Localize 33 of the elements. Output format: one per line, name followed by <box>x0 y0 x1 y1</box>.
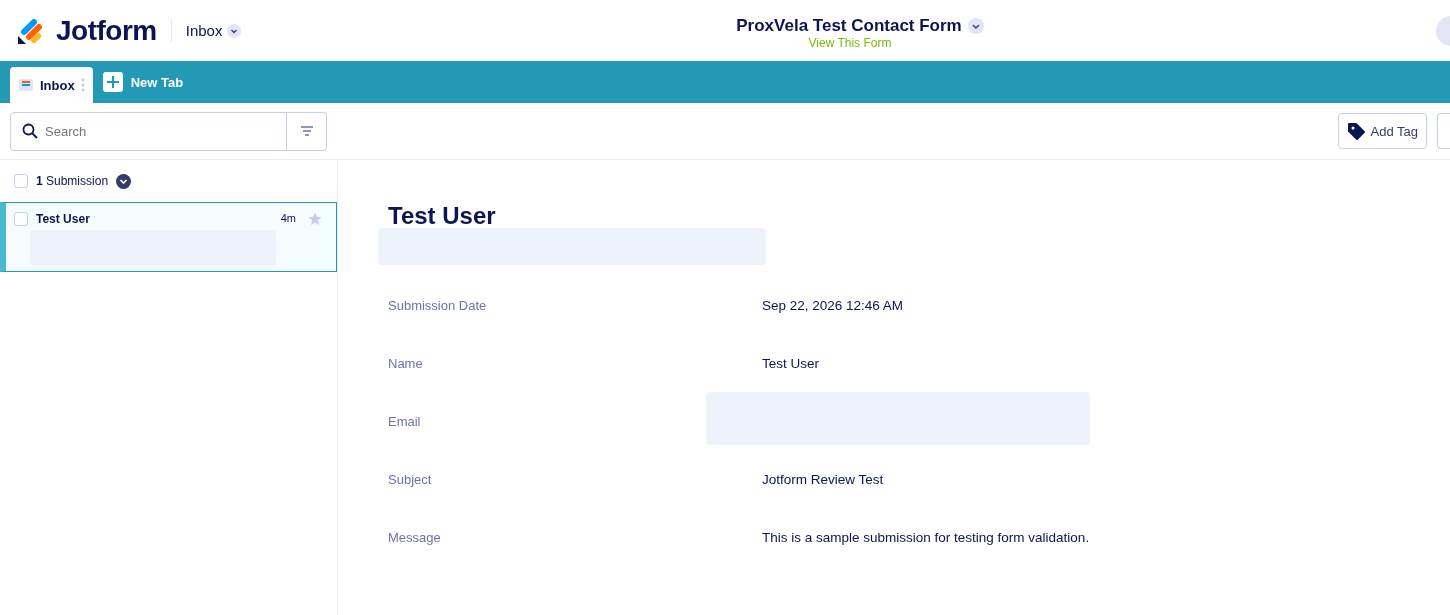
chevron-icon <box>227 23 242 38</box>
chevron-icon[interactable] <box>116 173 132 189</box>
field-value: Test User <box>762 356 819 371</box>
filter-button[interactable] <box>287 111 327 151</box>
plus-icon <box>102 72 123 92</box>
checkbox[interactable] <box>14 212 28 226</box>
time-ago: 4m <box>280 212 296 224</box>
select-all-checkbox[interactable] <box>14 174 28 188</box>
filter-icon <box>300 126 313 136</box>
star-icon[interactable] <box>308 212 322 226</box>
logo-icon <box>16 16 44 45</box>
tag-icon <box>1346 122 1365 140</box>
submission-title: Test User <box>388 202 497 230</box>
more-icon <box>80 77 85 93</box>
field-label: Submission Date <box>388 298 488 313</box>
field-value: Sep 22, 2026 12:46 AM <box>762 298 904 313</box>
field-label: Message <box>388 530 442 545</box>
logo-text: Jotform <box>56 14 157 47</box>
search-field[interactable]: Search <box>10 111 287 151</box>
submitter-name: Test User <box>36 212 91 226</box>
field-value: This is a sample submission for testing form validation. <box>762 530 1090 545</box>
submission-count: 1 Submission <box>36 174 109 188</box>
add-tag-button[interactable]: Add Tag <box>1337 113 1427 149</box>
form-title: ProxVela Test Contact Form <box>736 15 962 36</box>
submission-item[interactable]: Test User 4m <box>0 202 337 272</box>
field-label: Name <box>388 356 424 371</box>
toolbar-button[interactable] <box>1437 113 1450 149</box>
tab[interactable]: Inbox <box>10 67 93 103</box>
inbox-icon <box>18 77 34 93</box>
section-dropdown[interactable]: Inbox <box>185 22 242 39</box>
field-label: Email <box>388 414 422 429</box>
field-value: Jotform Review Test <box>762 472 884 487</box>
field-label: Subject <box>388 472 433 487</box>
